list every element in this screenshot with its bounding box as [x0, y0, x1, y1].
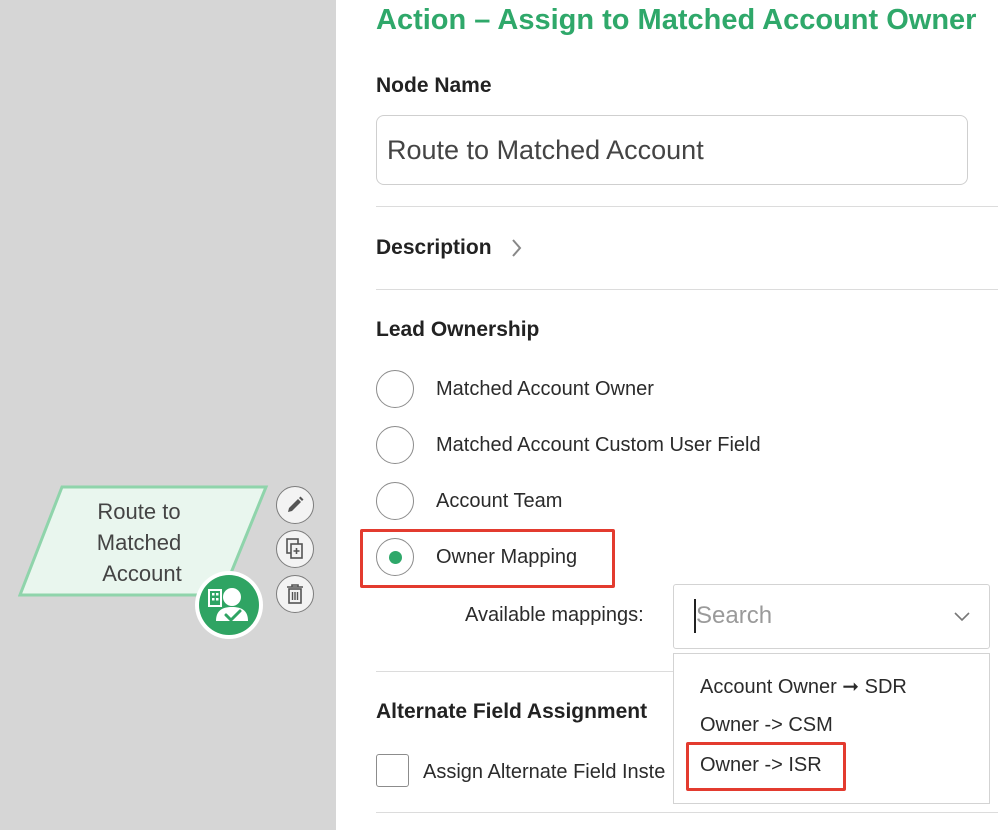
- alternate-field-checkbox[interactable]: [376, 754, 409, 787]
- radio-label: Matched Account Custom User Field: [436, 433, 761, 456]
- chevron-down-icon[interactable]: [953, 607, 971, 625]
- panel-title: Action – Assign to Matched Account Owner: [376, 4, 977, 36]
- workflow-canvas[interactable]: Route to Matched Account: [0, 0, 336, 830]
- edit-node-button[interactable]: [276, 486, 314, 524]
- description-label: Description: [376, 236, 492, 259]
- duplicate-node-button[interactable]: [276, 530, 314, 568]
- delete-node-button[interactable]: [276, 575, 314, 613]
- node-label-line-2: Matched: [96, 530, 182, 555]
- chevron-right-icon: [511, 239, 521, 257]
- mapping-option-owner-csm[interactable]: Owner -> CSM: [700, 714, 833, 737]
- node-badge: [195, 571, 263, 639]
- mapping-search-select[interactable]: Search: [673, 584, 990, 649]
- owner-isr-highlight-box: [686, 742, 846, 791]
- node-label-line-3: Account: [102, 561, 182, 586]
- radio-matched-account-owner[interactable]: Matched Account Owner: [376, 369, 654, 409]
- radio-matched-account-custom-user-field[interactable]: Matched Account Custom User Field: [376, 425, 761, 465]
- alternate-field-label: Alternate Field Assignment: [376, 700, 648, 723]
- node-name-label: Node Name: [376, 74, 492, 97]
- duplicate-icon: [286, 538, 303, 559]
- radio-button[interactable]: [376, 482, 414, 520]
- owner-mapping-highlight-box: [360, 529, 615, 588]
- divider: [376, 206, 998, 207]
- divider: [376, 671, 673, 672]
- description-toggle[interactable]: Description: [376, 236, 524, 260]
- action-settings-panel: Action – Assign to Matched Account Owner…: [336, 0, 998, 830]
- route-node-label: Route to Matched Account: [58, 496, 220, 589]
- radio-button[interactable]: [376, 426, 414, 464]
- radio-account-team[interactable]: Account Team: [376, 481, 562, 521]
- node-name-input[interactable]: [376, 115, 968, 185]
- radio-button[interactable]: [376, 370, 414, 408]
- alternate-field-checkbox-label: Assign Alternate Field Inste: [423, 761, 666, 783]
- mapping-option-account-owner-sdr[interactable]: Account Owner ➞ SDR: [700, 674, 907, 699]
- account-owner-icon: [208, 588, 248, 622]
- pencil-icon: [288, 496, 304, 512]
- node-label-line-1: Route to: [97, 499, 181, 524]
- divider: [376, 812, 998, 813]
- divider: [376, 289, 998, 290]
- lead-ownership-label: Lead Ownership: [376, 318, 540, 341]
- mapping-search-placeholder: Search: [696, 602, 773, 629]
- radio-label: Account Team: [436, 489, 563, 512]
- available-mappings-label: Available mappings:: [465, 604, 644, 626]
- trash-icon: [287, 584, 303, 604]
- radio-label: Matched Account Owner: [436, 377, 654, 400]
